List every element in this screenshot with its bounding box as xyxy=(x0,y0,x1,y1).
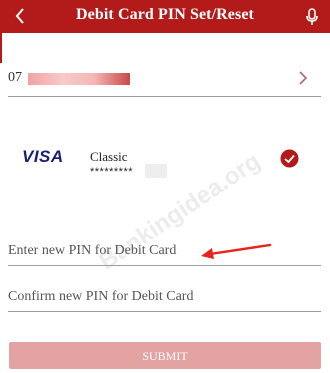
field-underline xyxy=(8,265,321,266)
account-selector[interactable]: 07 xyxy=(8,68,323,96)
card-number: ********* xyxy=(90,166,134,178)
card-number-redaction xyxy=(145,164,167,178)
card-type: Classic xyxy=(90,149,128,164)
app-header: Debit Card PIN Set/Reset xyxy=(0,0,330,33)
account-divider xyxy=(8,96,321,97)
visa-logo: VISA xyxy=(22,147,64,166)
account-number-redaction xyxy=(28,73,130,85)
new-pin-placeholder: Enter new PIN for Debit Card xyxy=(8,243,177,258)
submit-button[interactable]: SUBMIT xyxy=(9,342,321,369)
check-circle-icon[interactable] xyxy=(280,149,299,168)
confirm-pin-field[interactable]: Confirm new PIN for Debit Card xyxy=(8,284,321,312)
chevron-right-icon[interactable] xyxy=(295,69,311,87)
back-chevron-icon[interactable] xyxy=(10,5,32,27)
account-number: 07 xyxy=(8,70,22,85)
field-underline xyxy=(8,311,321,312)
header-accent-edge xyxy=(0,33,2,63)
page-title: Debit Card PIN Set/Reset xyxy=(76,6,254,23)
new-pin-field[interactable]: Enter new PIN for Debit Card xyxy=(8,238,321,266)
microphone-icon[interactable] xyxy=(305,8,319,26)
confirm-pin-placeholder: Confirm new PIN for Debit Card xyxy=(8,289,194,304)
debit-card-item[interactable]: VISA Classic ********* xyxy=(8,130,323,190)
